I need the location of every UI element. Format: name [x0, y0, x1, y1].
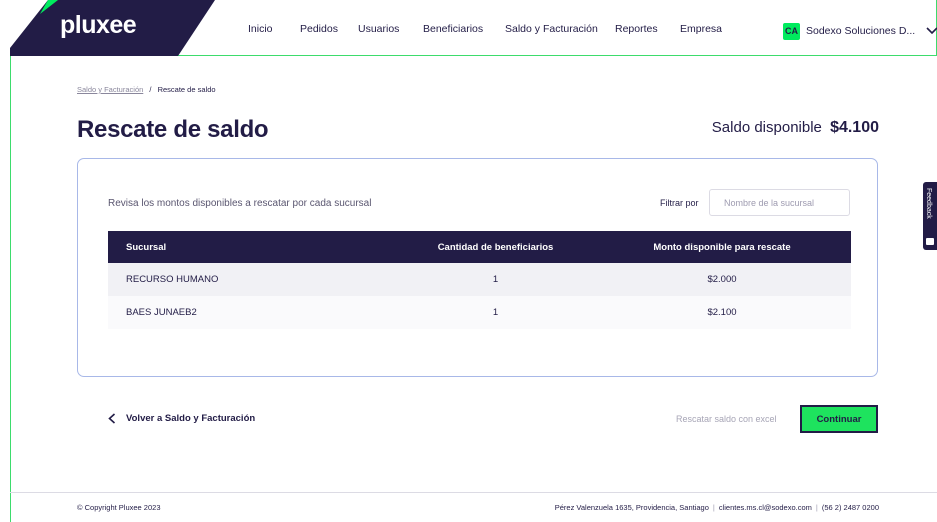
branches-table: Sucursal Cantidad de beneficiarios Monto…: [108, 231, 851, 329]
nav-pedidos[interactable]: Pedidos: [300, 23, 338, 35]
filter-label: Filtrar por: [660, 198, 699, 208]
footer-email[interactable]: clientes.ms.cl@sodexo.com: [719, 503, 812, 512]
rescue-with-excel-link[interactable]: Rescatar saldo con excel: [676, 414, 777, 424]
footer-separator: |: [815, 503, 818, 512]
continue-button[interactable]: Continuar: [800, 405, 878, 433]
back-link[interactable]: Volver a Saldo y Facturación: [108, 412, 255, 424]
logo[interactable]: pluxee: [10, 0, 225, 56]
breadcrumb: Saldo y Facturación / Rescate de saldo: [77, 85, 216, 94]
nav-usuarios[interactable]: Usuarios: [358, 23, 399, 35]
balance-amount: $4.100: [830, 119, 879, 136]
column-header-beneficiarios: Cantidad de beneficiarios: [437, 241, 554, 253]
feedback-tab[interactable]: Feedback: [923, 182, 937, 250]
logo-text: pluxee: [60, 11, 137, 39]
footer-copyright: © Copyright Pluxee 2023: [77, 503, 161, 512]
cell-monto: $2.000: [707, 274, 737, 285]
nav-empresa[interactable]: Empresa: [680, 23, 722, 35]
table-header: Sucursal Cantidad de beneficiarios Monto…: [108, 231, 851, 263]
nav-beneficiarios[interactable]: Beneficiarios: [423, 23, 483, 35]
footer-phone: (56 2) 2487 0200: [821, 503, 879, 512]
nav-reportes[interactable]: Reportes: [615, 23, 658, 35]
footer-contact: Pérez Valenzuela 1635, Providencia, Sant…: [555, 503, 879, 512]
table-row: BAES JUNAEB2 1 $2.100: [108, 296, 851, 329]
card-description: Revisa los montos disponibles a rescatar…: [108, 198, 372, 209]
available-balance: Saldo disponible $4.100: [712, 119, 879, 137]
nav-inicio[interactable]: Inicio: [248, 23, 273, 35]
column-header-sucursal: Sucursal: [126, 241, 167, 253]
rescue-card: Revisa los montos disponibles a rescatar…: [77, 158, 878, 377]
cell-beneficiarios: 1: [492, 307, 499, 318]
mail-icon: [926, 238, 934, 245]
footer-separator: |: [712, 503, 715, 512]
account-menu[interactable]: CA Sodexo Soluciones D...: [783, 20, 937, 42]
chevron-down-icon[interactable]: [925, 24, 937, 38]
breadcrumb-parent-link[interactable]: Saldo y Facturación: [77, 85, 143, 94]
cell-sucursal: RECURSO HUMANO: [126, 274, 219, 285]
balance-label: Saldo disponible: [711, 119, 822, 136]
page-title: Rescate de saldo: [77, 116, 269, 143]
nav-saldo-facturacion[interactable]: Saldo y Facturación: [505, 23, 598, 35]
breadcrumb-current: Rescate de saldo: [157, 85, 216, 94]
branch-filter-input[interactable]: [709, 189, 850, 216]
account-name: Sodexo Soluciones D...: [806, 25, 916, 37]
chevron-left-icon: [108, 412, 120, 424]
top-header: pluxee Inicio Pedidos Usuarios Beneficia…: [10, 0, 937, 56]
table-row: RECURSO HUMANO 1 $2.000: [108, 263, 851, 296]
footer-address: Pérez Valenzuela 1635, Providencia, Sant…: [554, 503, 709, 512]
cell-beneficiarios: 1: [492, 274, 499, 285]
feedback-label: Feedback: [925, 188, 932, 219]
breadcrumb-separator: /: [149, 85, 152, 94]
account-avatar: CA: [783, 22, 800, 40]
back-label: Volver a Saldo y Facturación: [126, 412, 256, 424]
column-header-monto: Monto disponible para rescate: [653, 241, 791, 253]
footer-divider: [10, 492, 937, 493]
cell-sucursal: BAES JUNAEB2: [126, 307, 197, 318]
cell-monto: $2.100: [707, 307, 737, 318]
